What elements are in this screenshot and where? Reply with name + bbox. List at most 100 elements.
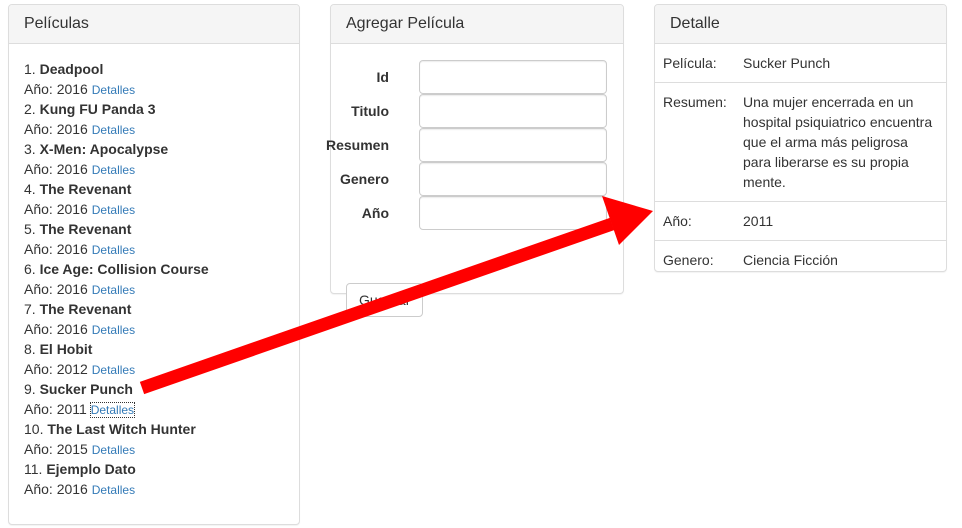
movie-number: 9. — [24, 381, 36, 397]
movie-number: 5. — [24, 221, 36, 237]
movie-year-line: Año: 2016 Detalles — [24, 119, 284, 139]
movie-title-line: 8. El Hobit — [24, 339, 284, 359]
detalles-link[interactable]: Detalles — [92, 363, 135, 377]
year-prefix: Año: — [24, 441, 53, 457]
list-item: 11. Ejemplo Dato Año: 2016 Detalles — [24, 459, 284, 499]
movie-title: The Revenant — [39, 301, 132, 317]
movie-title-line: 6. Ice Age: Collision Course — [24, 259, 284, 279]
list-item: 8. El Hobit Año: 2012 Detalles — [24, 339, 284, 379]
resumen-input[interactable] — [419, 128, 607, 162]
detail-row-resumen: Resumen: Una mujer encerrada en un hospi… — [655, 82, 946, 202]
detail-key: Película: — [663, 55, 717, 71]
movie-year-line: Año: 2012 Detalles — [24, 359, 284, 379]
movie-year-line: Año: 2016 Detalles — [24, 199, 284, 219]
movie-title-line: 7. The Revenant — [24, 299, 284, 319]
movie-title: The Revenant — [39, 221, 132, 237]
movie-number: 11. — [24, 461, 43, 477]
movie-title: X-Men: Apocalypse — [39, 141, 169, 157]
detail-row-anio: Año: 2011 — [655, 201, 946, 241]
movie-title-line: 1. Deadpool — [24, 59, 284, 79]
detalles-link[interactable]: Detalles — [92, 483, 135, 497]
detail-key: Resumen: — [655, 82, 735, 202]
year-prefix: Año: — [24, 281, 53, 297]
movie-number: 7. — [24, 301, 36, 317]
year-prefix: Año: — [24, 121, 53, 137]
detalles-link[interactable]: Detalles — [92, 123, 135, 137]
detalles-link[interactable]: Detalles — [92, 323, 135, 337]
movie-title-line: 2. Kung FU Panda 3 — [24, 99, 284, 119]
movie-year-line: Año: 2016 Detalles — [24, 239, 284, 259]
anio-input[interactable] — [419, 196, 607, 230]
detalle-panel-title: Detalle — [655, 5, 946, 44]
year-prefix: Año: — [24, 241, 53, 257]
movie-year: 2016 — [56, 201, 88, 217]
detail-row-genero: Genero: Ciencia Ficción — [655, 240, 946, 279]
movie-year: 2012 — [56, 361, 88, 377]
year-prefix: Año: — [24, 361, 53, 377]
movie-number: 1. — [24, 61, 36, 77]
movie-number: 4. — [24, 181, 36, 197]
movie-title-line: 5. The Revenant — [24, 219, 284, 239]
list-item: 4. The Revenant Año: 2016 Detalles — [24, 179, 284, 219]
detalles-link[interactable]: Detalles — [92, 203, 135, 217]
movie-year: 2016 — [56, 121, 88, 137]
movie-year-line: Año: 2016 Detalles — [24, 279, 284, 299]
movie-year: 2011 — [56, 401, 87, 417]
detail-value: Una mujer encerrada en un hospital psiqu… — [735, 82, 946, 202]
form-row-id: Id — [331, 60, 623, 94]
id-input[interactable] — [419, 60, 607, 94]
list-item: 3. X-Men: Apocalypse Año: 2016 Detalles — [24, 139, 284, 179]
detail-value: 2011 — [735, 201, 946, 241]
form-row-resumen: Resumen — [326, 128, 623, 162]
movie-title: Kung FU Panda 3 — [39, 101, 156, 117]
year-prefix: Año: — [24, 321, 53, 337]
agregar-panel-title: Agregar Película — [331, 5, 623, 44]
detalles-link[interactable]: Detalles — [92, 243, 135, 257]
list-item: 5. The Revenant Año: 2016 Detalles — [24, 219, 284, 259]
detalles-link[interactable]: Detalles — [92, 163, 135, 177]
movie-title: El Hobit — [39, 341, 93, 357]
year-prefix: Año: — [24, 161, 53, 177]
year-prefix: Año: — [24, 481, 53, 497]
movie-title: Ice Age: Collision Course — [39, 261, 209, 277]
movie-title-line: 10. The Last Witch Hunter — [24, 419, 284, 439]
resumen-label: Resumen — [325, 137, 389, 153]
movie-title: The Revenant — [39, 181, 132, 197]
movie-number: 6. — [24, 261, 36, 277]
movie-number: 3. — [24, 141, 36, 157]
guardar-button[interactable]: Guardar — [346, 283, 424, 317]
movie-title: Deadpool — [39, 61, 104, 77]
year-prefix: Año: — [24, 401, 53, 417]
list-item: 10. The Last Witch Hunter Año: 2015 Detal… — [24, 419, 284, 459]
movie-year: 2016 — [56, 481, 88, 497]
movie-number: 10. — [24, 421, 44, 437]
movie-year: 2016 — [56, 321, 88, 337]
detalles-link[interactable]: Detalles — [89, 402, 136, 418]
peliculas-panel: Películas 1. Deadpool Año: 2016 Detalles 2… — [8, 4, 300, 525]
genero-label: Genero — [339, 171, 389, 187]
movie-year-line: Año: 2016 Detalles — [24, 159, 284, 179]
peliculas-panel-title: Películas — [9, 5, 299, 44]
list-item: 1. Deadpool Año: 2016 Detalles — [24, 59, 284, 99]
titulo-label: Titulo — [351, 103, 389, 119]
titulo-input[interactable] — [419, 94, 607, 128]
movie-year-line: Año: 2011 Detalles — [24, 399, 284, 419]
list-item: 2. Kung FU Panda 3 Año: 2016 Detalles — [24, 99, 284, 139]
anio-label: Año — [361, 205, 389, 221]
movie-title: The Last Witch Hunter — [47, 421, 196, 437]
movie-year-line: Año: 2016 Detalles — [24, 79, 284, 99]
list-item: 7. The Revenant Año: 2016 Detalles — [24, 299, 284, 339]
detalles-link[interactable]: Detalles — [92, 83, 135, 97]
id-label: Id — [376, 69, 389, 85]
year-prefix: Año: — [24, 81, 53, 97]
movie-year: 2015 — [56, 441, 88, 457]
genero-input[interactable] — [419, 162, 607, 196]
detalles-link[interactable]: Detalles — [92, 283, 135, 297]
movie-title: Sucker Punch — [39, 381, 133, 397]
detalles-link[interactable]: Detalles — [92, 443, 135, 457]
detail-table: Película: Sucker Punch Resumen: Una muje… — [655, 44, 946, 279]
detail-value: Ciencia Ficción — [735, 240, 946, 279]
detail-key: Año: — [655, 201, 735, 241]
movie-year-line: Año: 2015 Detalles — [24, 439, 284, 459]
movie-number: 8. — [24, 341, 36, 357]
